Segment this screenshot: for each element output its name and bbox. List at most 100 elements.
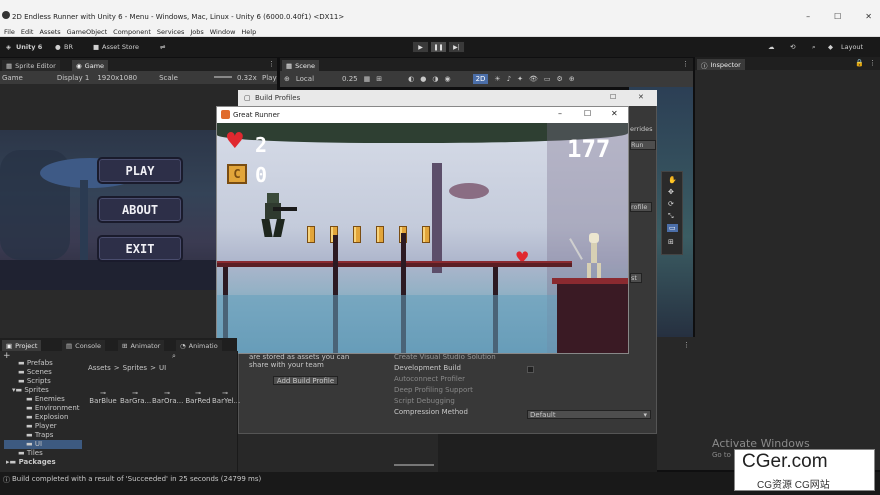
tree-item-prefabs[interactable]: ▬ Prefabs — [4, 359, 82, 368]
shading-icon[interactable]: ● — [420, 75, 426, 83]
great-runner-maximize-button[interactable]: ☐ — [584, 109, 591, 118]
breadcrumb-assets[interactable]: Assets — [88, 364, 111, 372]
visibility-icon[interactable]: 👁 — [529, 75, 538, 83]
scale-slider[interactable] — [214, 76, 232, 78]
tree-item-environment[interactable]: ▬ Environment — [4, 404, 82, 413]
account-button[interactable]: BR — [64, 43, 73, 51]
menu-file[interactable]: File — [4, 28, 15, 36]
zoom-slider[interactable] — [394, 464, 434, 466]
gizmos-icon[interactable]: ◉ — [444, 75, 450, 83]
lock-icon[interactable]: 🔒 — [855, 59, 864, 67]
add-build-profile-button[interactable]: Add Build Profile — [273, 376, 338, 385]
play-mode-dropdown[interactable]: Play — [262, 74, 277, 82]
rotate-tool-icon[interactable]: ⟳ — [668, 200, 674, 208]
tree-item-scripts[interactable]: ▬ Scripts — [4, 377, 82, 386]
display-dropdown[interactable]: Display 1 — [57, 74, 89, 82]
mode-2d-toggle[interactable]: 2D — [472, 74, 489, 84]
menu-component[interactable]: Component — [113, 28, 151, 36]
play-menu-button[interactable]: PLAY — [97, 157, 183, 184]
about-menu-button[interactable]: ABOUT — [97, 196, 183, 223]
menu-edit[interactable]: Edit — [21, 28, 34, 36]
list-button[interactable]: st — [630, 273, 642, 283]
tools-icon[interactable]: ⚙ — [557, 75, 563, 83]
snap-value-field[interactable]: 0.25 — [342, 75, 358, 83]
camera-icon[interactable]: ▭ — [544, 75, 551, 83]
grid-icon[interactable]: ▦ — [364, 75, 371, 83]
build-profiles-close-button[interactable]: ✕ — [638, 93, 644, 101]
tree-item-scenes[interactable]: ▬ Scenes — [4, 368, 82, 377]
tab-sprite-editor[interactable]: ▦ Sprite Editor — [2, 60, 60, 71]
great-runner-game-view[interactable]: ♥ 2 C 0 177 ♥ — [217, 123, 628, 353]
step-button[interactable]: ▶| — [448, 41, 465, 53]
asset-item[interactable]: ⊸ BarGra... — [120, 389, 151, 405]
effects-icon[interactable]: ✦ — [517, 75, 523, 83]
exit-menu-button[interactable]: EXIT — [97, 235, 183, 262]
tab-game[interactable]: ◉ Game — [72, 60, 109, 71]
light-toggle-icon[interactable]: ☀ — [494, 75, 500, 83]
great-runner-close-button[interactable]: ✕ — [611, 109, 618, 118]
move-tool-icon[interactable]: ✥ — [668, 188, 674, 196]
build-and-run-button[interactable]: Run — [630, 140, 656, 150]
build-profiles-maximize-button[interactable]: ☐ — [610, 93, 616, 101]
pivot-rotation-icon[interactable]: ⊕ — [284, 75, 290, 83]
asset-item[interactable]: ⊸ BarOra... — [152, 389, 183, 405]
scene-panel-menu-icon[interactable]: ⋮ — [682, 60, 689, 68]
tab-scene[interactable]: ▦ Scene — [282, 60, 319, 71]
minimize-button[interactable]: – — [806, 12, 810, 21]
draw-mode-icon[interactable]: ◐ — [408, 75, 414, 83]
close-button[interactable]: ✕ — [865, 12, 872, 21]
asset-item[interactable]: ⊸ BarBlue — [88, 389, 118, 405]
panel-menu-icon[interactable]: ⋮ — [268, 60, 275, 68]
audio-toggle-icon[interactable]: ♪ — [507, 75, 511, 83]
status-message[interactable]: Build completed with a result of 'Succee… — [12, 475, 261, 483]
cloud-icon[interactable]: ☁ — [768, 43, 775, 51]
pause-button[interactable]: ❚❚ — [430, 41, 447, 53]
tree-item-sprites[interactable]: ▾▬ Sprites — [4, 386, 82, 395]
menu-help[interactable]: Help — [241, 28, 256, 36]
resolution-dropdown[interactable]: 1920x1080 — [97, 74, 137, 82]
pivot-dropdown[interactable]: Local — [296, 75, 314, 83]
orientation-gizmo-icon[interactable]: ⊕ — [569, 75, 575, 83]
play-button[interactable]: ▶ — [412, 41, 429, 53]
unity-version-button[interactable]: Unity 6 — [16, 43, 42, 51]
tab-animator[interactable]: ⊞ Animator — [118, 340, 165, 351]
tab-animation[interactable]: ◔ Animatio — [176, 340, 222, 351]
tree-item-tiles[interactable]: ▬ Tiles — [4, 449, 82, 458]
asset-item[interactable]: ⊸ BarYel... — [212, 389, 240, 405]
tab-console[interactable]: ▤ Console — [62, 340, 105, 351]
tree-item-traps[interactable]: ▬ Traps — [4, 431, 82, 440]
asset-store-button[interactable]: Asset Store — [102, 43, 139, 51]
search-icon[interactable]: ⌕ — [812, 43, 816, 52]
compression-method-dropdown[interactable]: Default ▾ — [527, 410, 651, 419]
maximize-button[interactable]: ☐ — [834, 12, 841, 21]
scale-tool-icon[interactable]: ⤡ — [668, 212, 674, 221]
great-runner-minimize-button[interactable]: – — [558, 109, 562, 118]
transform-tool-icon[interactable]: ⊞ — [668, 238, 674, 246]
game-mode-dropdown[interactable]: Game — [2, 74, 23, 82]
tree-item-explosion[interactable]: ▬ Explosion — [4, 413, 82, 422]
game-view[interactable]: PLAY ABOUT EXIT — [0, 130, 222, 290]
hand-tool-icon[interactable]: ✋ — [668, 176, 677, 184]
switch-profile-button[interactable]: rofile — [630, 202, 652, 212]
history-icon[interactable]: ⟲ — [790, 43, 795, 51]
tab-project[interactable]: ▣ Project — [2, 340, 42, 351]
menu-gameobject[interactable]: GameObject — [67, 28, 108, 36]
inspector-menu-icon[interactable]: ⋮ — [869, 59, 876, 67]
tab-inspector[interactable]: ⓘ Inspector — [697, 59, 745, 70]
asset-item[interactable]: ⊸ BarRed — [184, 389, 212, 405]
layout-dropdown[interactable]: Layout — [841, 43, 863, 51]
menu-jobs[interactable]: Jobs — [190, 28, 203, 36]
menu-assets[interactable]: Assets — [39, 28, 60, 36]
menu-services[interactable]: Services — [157, 28, 184, 36]
menu-window[interactable]: Window — [210, 28, 236, 36]
snap-icon[interactable]: ⊞ — [376, 75, 382, 83]
tree-item-player[interactable]: ▬ Player — [4, 422, 82, 431]
version-control-icon[interactable]: ⇌ — [160, 43, 165, 51]
hierarchy-menu-icon[interactable]: ⋮ — [683, 341, 690, 349]
tree-item-ui[interactable]: ▬ UI — [4, 440, 82, 449]
rect-tool-icon[interactable]: ▭ — [667, 224, 678, 232]
breadcrumb-sprites[interactable]: Sprites — [123, 364, 147, 372]
tree-item-packages[interactable]: ▸▬ Packages — [4, 458, 82, 467]
tree-item-enemies[interactable]: ▬ Enemies — [4, 395, 82, 404]
lighting-icon[interactable]: ◑ — [432, 75, 438, 83]
